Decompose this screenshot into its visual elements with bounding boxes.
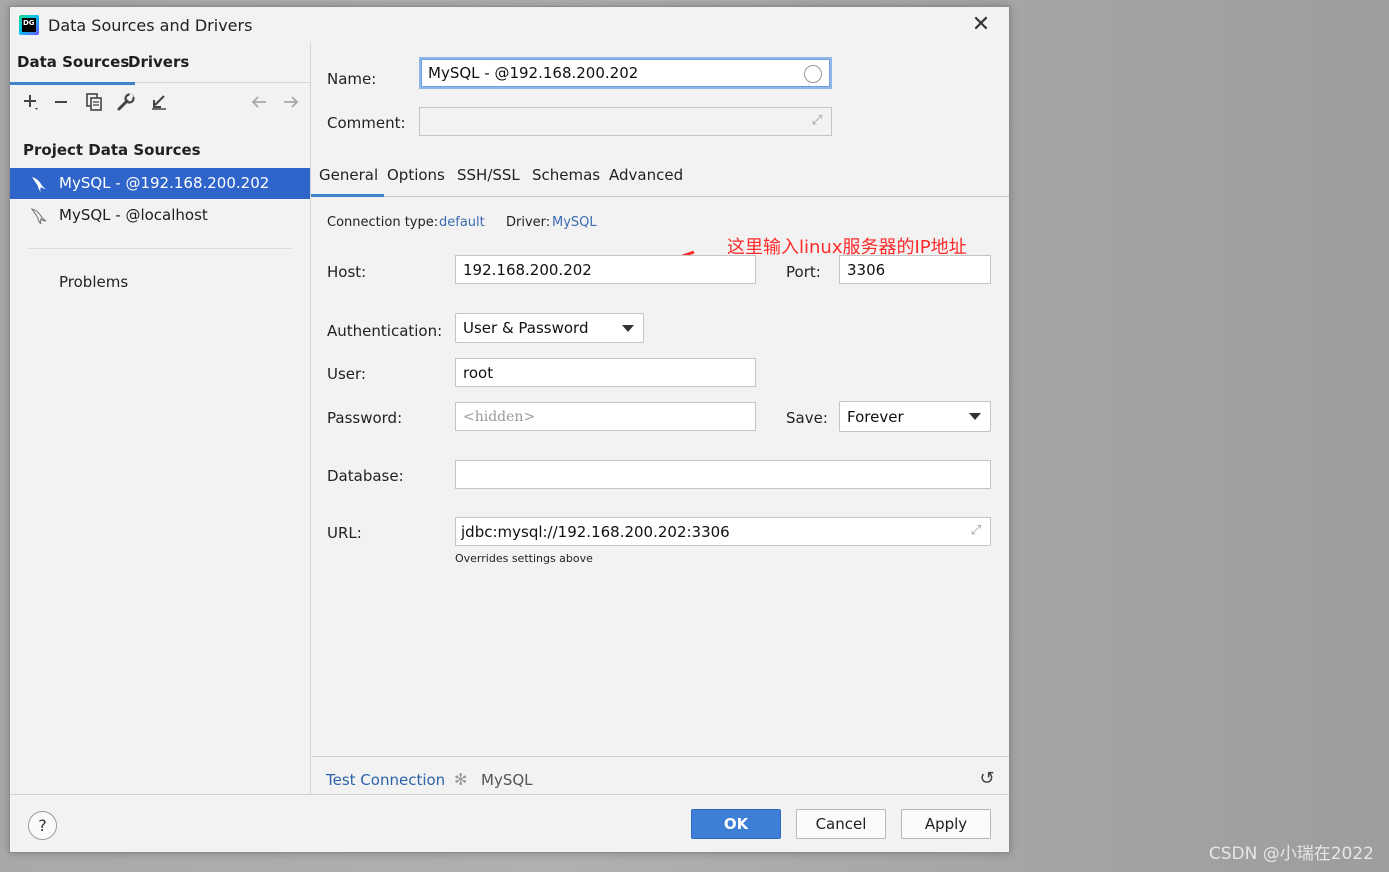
driver-status: MySQL — [481, 771, 533, 789]
minus-icon[interactable] — [50, 91, 72, 113]
database-label: Database: — [327, 467, 404, 485]
save-select[interactable]: Forever — [839, 401, 991, 432]
sidebar: Data Sources Drivers Project Data Source… — [9, 43, 311, 794]
title-bar: DG Data Sources and Drivers ✕ — [10, 7, 1009, 43]
password-placeholder: <hidden> — [463, 408, 536, 425]
ok-button[interactable]: OK — [691, 809, 781, 839]
comment-label: Comment: — [327, 114, 406, 132]
port-field[interactable]: 3306 — [839, 255, 991, 284]
apply-button[interactable]: Apply — [901, 809, 991, 839]
data-sources-dialog: DG Data Sources and Drivers ✕ Data Sourc… — [9, 6, 1010, 853]
tab-general[interactable]: General — [310, 166, 385, 197]
wrench-icon[interactable] — [115, 91, 137, 113]
forward-arrow-icon[interactable] — [280, 91, 302, 113]
mysql-dolphin-icon — [30, 175, 48, 193]
url-field[interactable]: jdbc:mysql://192.168.200.202:3306 ⤢ — [455, 517, 991, 546]
authentication-select[interactable]: User & Password — [455, 313, 644, 343]
tab-schemas[interactable]: Schemas — [532, 166, 600, 184]
settings-tabs: General Options SSH/SSL Schemas Advanced — [310, 155, 1009, 197]
test-connection-link[interactable]: Test Connection — [326, 771, 445, 789]
tab-drivers[interactable]: Drivers — [128, 53, 189, 71]
password-label: Password: — [327, 409, 403, 427]
host-field[interactable]: 192.168.200.202 — [455, 255, 756, 284]
app-icon-text: DG — [22, 18, 36, 32]
user-value: root — [463, 363, 494, 382]
mysql-dolphin-icon — [30, 207, 48, 225]
spinner-icon: ✻ — [454, 770, 468, 789]
host-value: 192.168.200.202 — [463, 260, 592, 279]
name-label: Name: — [327, 70, 377, 88]
import-icon[interactable] — [148, 91, 170, 113]
duplicate-icon[interactable] — [83, 91, 105, 113]
connection-type-label: Connection type: — [327, 215, 439, 230]
expand-icon[interactable]: ⤢ — [809, 113, 825, 129]
watermark: CSDN @小瑞在2022 — [1208, 844, 1374, 864]
url-note: Overrides settings above — [455, 552, 593, 565]
tab-advanced[interactable]: Advanced — [609, 166, 683, 184]
data-source-item[interactable]: MySQL - @localhost — [10, 200, 310, 231]
sidebar-toolbar — [10, 84, 310, 120]
expand-icon[interactable]: ⤢ — [968, 523, 984, 539]
user-field[interactable]: root — [455, 358, 756, 387]
name-field[interactable]: MySQL - @192.168.200.202 — [419, 57, 832, 89]
port-label: Port: — [786, 263, 821, 281]
revert-icon[interactable]: ↺ — [977, 769, 997, 789]
connection-type-link[interactable]: default — [439, 215, 485, 230]
comment-field[interactable]: ⤢ — [419, 107, 832, 136]
chevron-down-icon — [969, 413, 981, 420]
driver-label: Driver: — [506, 215, 551, 230]
window-title: Data Sources and Drivers — [48, 16, 253, 35]
save-label: Save: — [786, 409, 828, 427]
user-label: User: — [327, 365, 366, 383]
close-icon[interactable]: ✕ — [969, 13, 993, 37]
authentication-label: Authentication: — [327, 322, 443, 340]
password-field[interactable]: <hidden> — [455, 402, 756, 431]
host-label: Host: — [327, 263, 367, 281]
url-value: jdbc:mysql://192.168.200.202:3306 — [461, 522, 730, 541]
tab-data-sources[interactable]: Data Sources — [9, 53, 136, 85]
database-field[interactable] — [455, 460, 991, 489]
sidebar-divider — [28, 248, 292, 249]
url-label: URL: — [327, 524, 362, 542]
sidebar-tabs: Data Sources Drivers — [9, 43, 310, 85]
color-circle-icon[interactable] — [804, 65, 822, 83]
driver-link[interactable]: MySQL — [552, 215, 597, 230]
bottom-divider — [312, 756, 1009, 757]
main-panel: Name: MySQL - @192.168.200.202 Comment: … — [310, 43, 1009, 794]
data-source-item[interactable]: MySQL - @192.168.200.202 — [10, 168, 310, 199]
plus-icon[interactable] — [20, 91, 42, 113]
port-value: 3306 — [847, 260, 886, 279]
dialog-footer: ? OK Cancel Apply — [10, 794, 1009, 852]
save-value: Forever — [847, 407, 904, 426]
name-value: MySQL - @192.168.200.202 — [428, 64, 639, 82]
help-button[interactable]: ? — [28, 811, 57, 840]
datagrip-icon: DG — [19, 15, 39, 35]
project-data-sources-heading: Project Data Sources — [23, 141, 201, 159]
back-arrow-icon[interactable] — [248, 91, 270, 113]
tab-options[interactable]: Options — [387, 166, 445, 184]
tab-ssh-ssl[interactable]: SSH/SSL — [457, 166, 520, 184]
data-source-label: MySQL - @192.168.200.202 — [59, 174, 270, 192]
chevron-down-icon — [622, 325, 634, 332]
data-source-label: MySQL - @localhost — [59, 206, 208, 224]
cancel-button[interactable]: Cancel — [796, 809, 886, 839]
authentication-value: User & Password — [463, 319, 589, 337]
problems-item[interactable]: Problems — [59, 273, 128, 291]
